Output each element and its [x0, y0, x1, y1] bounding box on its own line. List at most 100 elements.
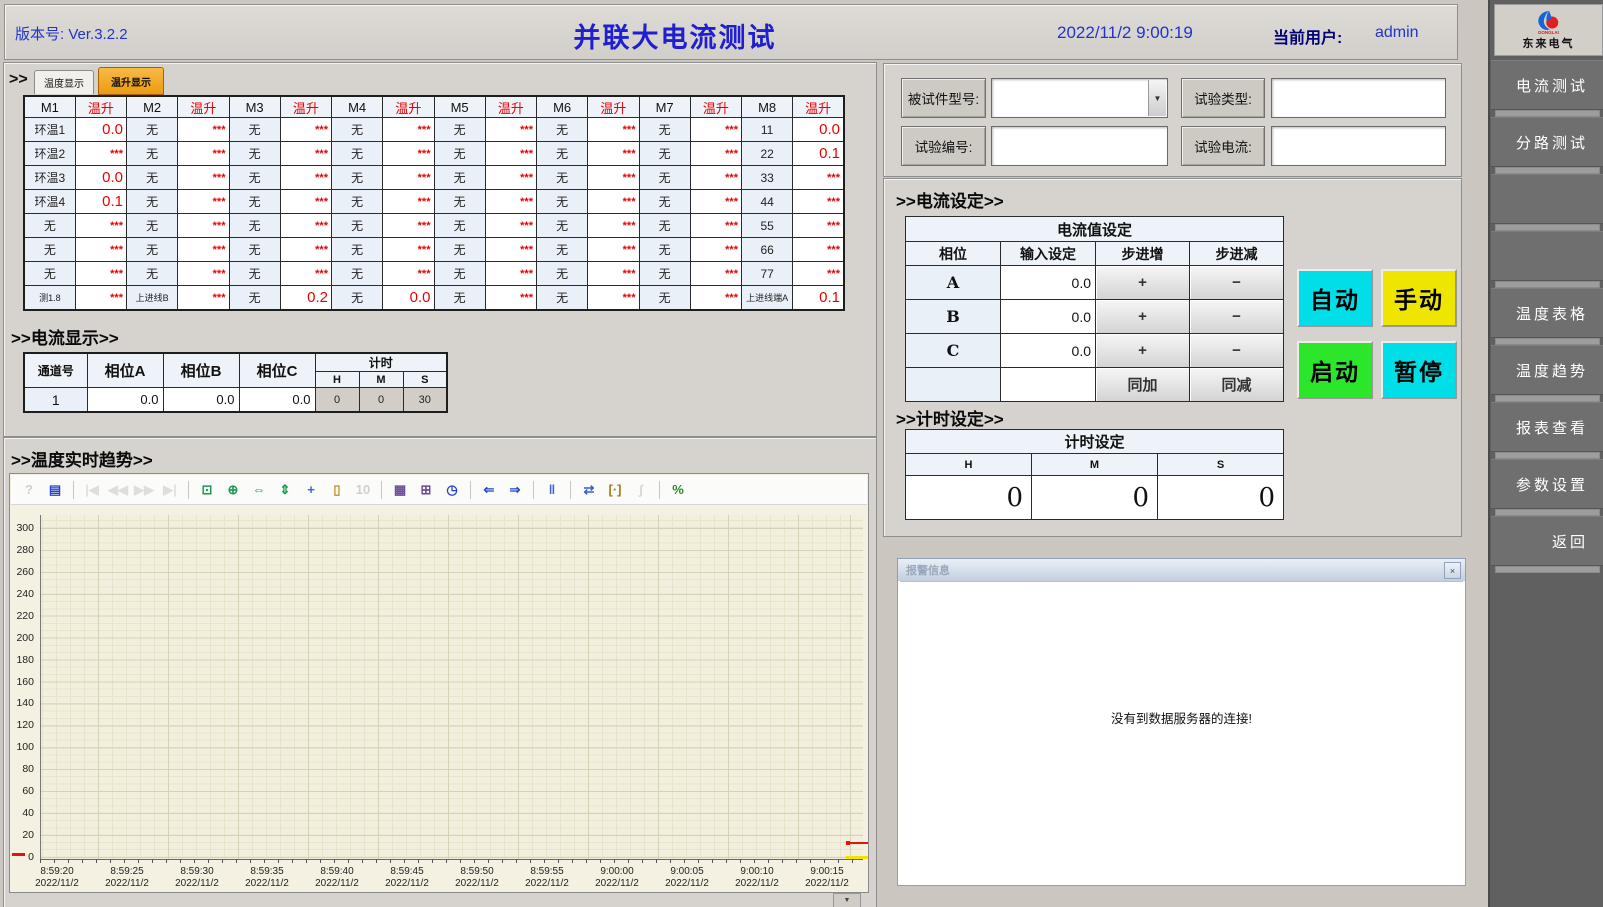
- temp-rise-value: 0.0: [793, 118, 844, 142]
- test-type-input[interactable]: [1271, 78, 1446, 118]
- y-tick-label: 300: [16, 522, 34, 534]
- step-dec-b-button[interactable]: −: [1190, 300, 1284, 334]
- channel-label: 无: [332, 118, 383, 142]
- channel-label: 无: [639, 238, 690, 262]
- timer-setting-table: 计时设定 H M S 0 0 0: [905, 429, 1284, 520]
- channel-label: 无: [127, 214, 178, 238]
- start-button[interactable]: 启动: [1297, 341, 1373, 399]
- layout-add-icon[interactable]: ⊞: [414, 478, 438, 502]
- channel-label: 无: [229, 262, 280, 286]
- group-inc-button[interactable]: 同加: [1096, 368, 1190, 402]
- y-tick-label: 220: [16, 610, 34, 622]
- pause-icon[interactable]: ‖: [540, 478, 564, 502]
- scale-ruler-icon[interactable]: ▯: [325, 478, 349, 502]
- sidebar-item-1[interactable]: 电流测试: [1491, 60, 1603, 110]
- scroll-down-button[interactable]: ▼: [833, 893, 861, 907]
- step-dec-c-button[interactable]: −: [1190, 334, 1284, 368]
- layout-panels-icon[interactable]: ▦: [388, 478, 412, 502]
- phase-c-set-input[interactable]: 0.0: [1001, 334, 1096, 368]
- nav-first-icon: |◀: [80, 478, 104, 502]
- test-number-input[interactable]: [991, 126, 1168, 166]
- temp-rise-value: ***: [588, 214, 639, 238]
- current-setting-heading: >>电流设定>>: [896, 187, 1004, 212]
- step-dec-a-button[interactable]: −: [1190, 266, 1284, 300]
- group-set-input[interactable]: [1001, 368, 1096, 402]
- y-tick-label: 200: [16, 632, 34, 644]
- temp-rise-value: 0.2: [280, 286, 331, 311]
- company-logo: DONGLAI 东来电气: [1494, 4, 1603, 56]
- report-icon[interactable]: ▤: [43, 478, 67, 502]
- chevron-down-icon[interactable]: ▼: [1148, 80, 1166, 116]
- specimen-model-combobox[interactable]: ▼: [991, 78, 1168, 118]
- current-user-label: 当前用户:: [1273, 24, 1342, 48]
- col-header-rise: 温升: [690, 96, 741, 118]
- sidebar-separator: [1495, 224, 1600, 231]
- tab-temperature-display[interactable]: 温度显示: [34, 70, 94, 94]
- manual-button[interactable]: 手动: [1381, 269, 1457, 327]
- phase-b-set-input[interactable]: 0.0: [1001, 300, 1096, 334]
- step-inc-a-button[interactable]: +: [1096, 266, 1190, 300]
- zoom-vertical-icon[interactable]: ⇕: [273, 478, 297, 502]
- temp-rise-value: ***: [75, 262, 126, 286]
- sidebar-item-6[interactable]: 温度趋势: [1491, 345, 1603, 395]
- brackets-icon[interactable]: [·]: [603, 478, 627, 502]
- zoom-horizontal-icon[interactable]: ⇔: [247, 478, 271, 502]
- sidebar-item-7[interactable]: 报表查看: [1491, 402, 1603, 452]
- x-tick-time: 8:59:50: [442, 866, 512, 877]
- pause-button[interactable]: 暂停: [1381, 341, 1457, 399]
- col-header-step-inc: 步进增: [1096, 242, 1190, 266]
- trend-panel: >>温度实时趋势>> ?▤|◀◀◀▶▶▶|⊡⊕⇔⇕+▯10▦⊞◷⇐⇒‖⇄[·]∫…: [3, 437, 877, 907]
- sidebar-item-2[interactable]: 分路测试: [1491, 117, 1603, 167]
- zoom-box-icon[interactable]: ⊡: [195, 478, 219, 502]
- sidebar-item-9[interactable]: 返回: [1491, 516, 1603, 566]
- time-window-icon[interactable]: ◷: [440, 478, 464, 502]
- x-tick-time: 9:00:00: [582, 866, 652, 877]
- channel-label: 无: [434, 118, 485, 142]
- current-setting-table: 电流值设定 相位 输入设定 步进增 步进减 A 0.0 + − B 0.0 + …: [905, 216, 1284, 402]
- current-display-heading: >>电流显示>>: [11, 324, 119, 349]
- toolbar-separator: [533, 481, 534, 499]
- curve-forward-icon[interactable]: ⇒: [503, 478, 527, 502]
- channel-label: 无: [229, 214, 280, 238]
- group-dec-button[interactable]: 同减: [1190, 368, 1284, 402]
- timer-s-input[interactable]: 0: [1158, 476, 1284, 520]
- timer-h-value: 0: [315, 388, 359, 413]
- zoom-in-icon[interactable]: ⊕: [221, 478, 245, 502]
- x-tick-label: 8:59:202022/11/2: [22, 866, 92, 889]
- close-icon[interactable]: ×: [1444, 562, 1461, 579]
- sidebar-separator: [1495, 509, 1600, 516]
- phase-a-current: 0.0: [87, 388, 163, 413]
- auto-button[interactable]: 自动: [1297, 269, 1373, 327]
- plot-area[interactable]: [40, 515, 863, 860]
- tab-rise-display[interactable]: 温升显示: [98, 67, 164, 95]
- percent-icon[interactable]: %: [666, 478, 690, 502]
- channel-label: 无: [229, 118, 280, 142]
- sidebar-item-5[interactable]: 温度表格: [1491, 288, 1603, 338]
- temp-rise-value: ***: [485, 238, 536, 262]
- phase-a-set-input[interactable]: 0.0: [1001, 266, 1096, 300]
- curve-back-icon[interactable]: ⇐: [477, 478, 501, 502]
- sidebar-item-blank[interactable]: [1491, 174, 1603, 224]
- step-inc-b-button[interactable]: +: [1096, 300, 1190, 334]
- timer-m-input[interactable]: 0: [1032, 476, 1158, 520]
- timer-col-h: H: [906, 454, 1032, 476]
- col-header-m6: M6: [537, 96, 588, 118]
- sidebar-item-blank[interactable]: [1491, 231, 1603, 281]
- help-icon: ?: [17, 478, 41, 502]
- test-current-input[interactable]: [1271, 126, 1446, 166]
- temp-rise-value: ***: [690, 118, 741, 142]
- temp-rise-value: ***: [588, 238, 639, 262]
- table-row: 环温30.0无***无***无***无***无***无***33***: [24, 166, 844, 190]
- x-tick-label: 9:00:152022/11/2: [792, 866, 862, 889]
- transfer-icon[interactable]: ⇄: [577, 478, 601, 502]
- pan-icon[interactable]: +: [299, 478, 323, 502]
- sidebar-item-8[interactable]: 参数设置: [1491, 459, 1603, 509]
- x-axis-ticks: [40, 859, 862, 863]
- x-tick-label: 8:59:302022/11/2: [162, 866, 232, 889]
- step-inc-c-button[interactable]: +: [1096, 334, 1190, 368]
- temp-rise-value: 0.1: [75, 190, 126, 214]
- timer-h-input[interactable]: 0: [906, 476, 1032, 520]
- channel-label: 无: [127, 238, 178, 262]
- temp-rise-value: ***: [793, 214, 844, 238]
- phase-b-current: 0.0: [163, 388, 239, 413]
